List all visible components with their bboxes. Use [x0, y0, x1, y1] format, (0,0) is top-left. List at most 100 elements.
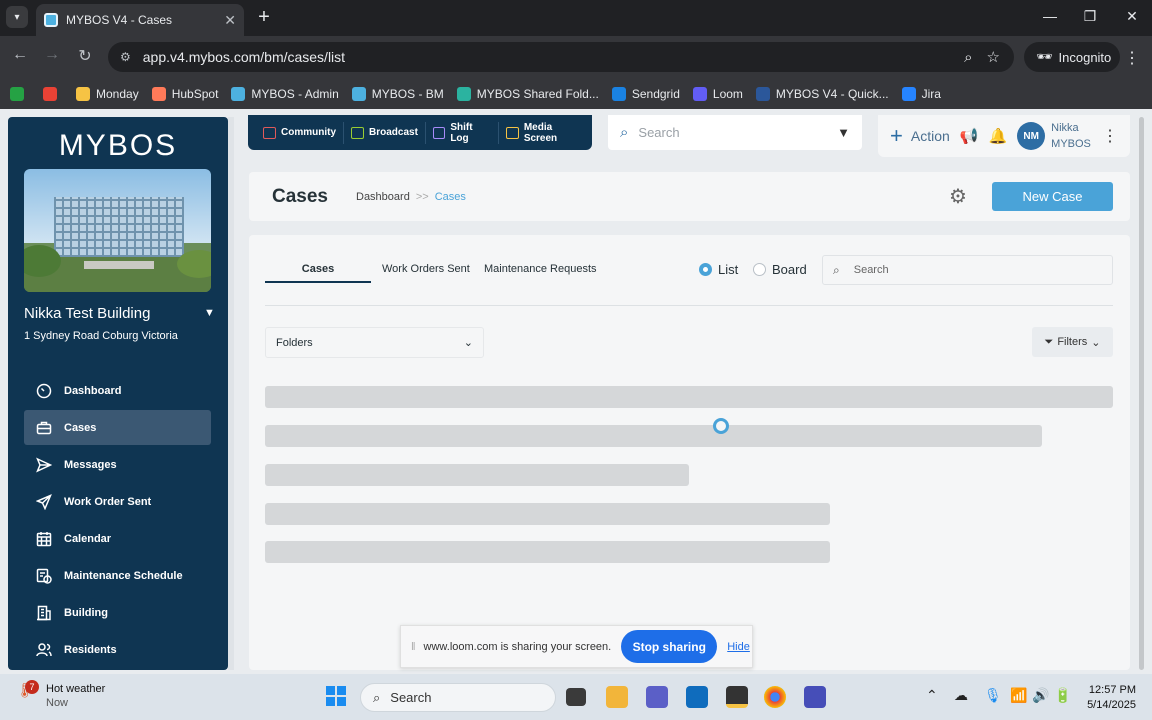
close-window-button[interactable]: ✕	[1122, 8, 1142, 25]
reload-button[interactable]: ↻	[74, 46, 96, 66]
mybos-logo[interactable]: MYBOS	[8, 129, 228, 163]
tab-search-button[interactable]: ▾	[6, 6, 28, 28]
teams-work-icon[interactable]	[804, 686, 826, 708]
view-board-radio[interactable]: Board	[753, 262, 807, 277]
browser-menu-icon[interactable]: ⋮	[1124, 48, 1140, 68]
loading-spinner-icon	[713, 418, 729, 434]
bookmark-jira[interactable]: Jira	[901, 86, 941, 101]
tab-maintenance-requests[interactable]: Maintenance Requests	[484, 263, 597, 275]
bookmark-item[interactable]	[43, 86, 63, 101]
cases-search-input[interactable]: ⌕ Search	[822, 255, 1113, 285]
browser-tab-active[interactable]: MYBOS V4 - Cases ✕	[36, 4, 244, 36]
system-clock[interactable]: 12:57 PM 5/14/2025	[1084, 683, 1136, 713]
bell-icon[interactable]: 🔔	[988, 127, 1007, 145]
avatar[interactable]: NM	[1017, 122, 1046, 150]
quicknav-broadcast[interactable]: Broadcast	[344, 121, 426, 144]
taskbar-search-input[interactable]: ⌕ Search	[360, 683, 556, 712]
breadcrumb-current[interactable]: Cases	[435, 191, 466, 203]
sidebar-item-messages[interactable]: Messages	[24, 447, 211, 482]
address-bar[interactable]: ⚙ app.v4.mybos.com/bm/cases/list ⌕ ☆	[108, 42, 1014, 72]
sidebar-item-cases[interactable]: Cases	[24, 410, 211, 445]
sidebar-item-building[interactable]: Building	[24, 595, 211, 630]
plus-icon[interactable]: +	[890, 123, 903, 149]
sidebar-item-calendar[interactable]: Calendar	[24, 521, 211, 556]
quicknav-community[interactable]: Community	[256, 121, 344, 144]
mybos-favicon-icon	[44, 13, 58, 27]
sticky-notes-icon[interactable]	[726, 686, 748, 708]
quicknav-media-screen[interactable]: Media Screen	[499, 122, 592, 144]
folders-select[interactable]: Folders ⌄	[265, 327, 484, 358]
sidebar-item-label: Calendar	[64, 532, 112, 545]
chevron-up-icon[interactable]: ⌃	[926, 687, 938, 704]
building-dropdown-caret-icon[interactable]: ▼	[204, 307, 215, 319]
volume-icon[interactable]: 🔊	[1032, 687, 1049, 704]
back-button[interactable]: ←	[9, 46, 31, 64]
zoom-icon[interactable]: ⌕	[964, 49, 972, 66]
chevron-down-icon: ⌄	[463, 337, 473, 349]
megaphone-icon[interactable]: 📢	[960, 127, 979, 145]
bookmark-mybos-admin[interactable]: MYBOS - Admin	[231, 86, 339, 101]
bookmark-label: MYBOS - Admin	[251, 86, 339, 101]
sidebar-item-work-order-sent[interactable]: Work Order Sent	[24, 484, 211, 519]
tab-work-orders-sent[interactable]: Work Orders Sent	[382, 263, 470, 275]
bookmark-mybos-quick[interactable]: MYBOS V4 - Quick...	[755, 86, 889, 101]
user-name[interactable]: Nikka MYBOS	[1051, 120, 1091, 152]
sidebar-item-label: Messages	[64, 458, 117, 471]
chevron-down-icon[interactable]: ▼	[837, 125, 850, 140]
bookmark-mybos-bm[interactable]: MYBOS - BM	[351, 86, 444, 101]
stop-sharing-button[interactable]: Stop sharing	[621, 630, 718, 663]
incognito-label: Incognito	[1058, 49, 1112, 65]
page-scrollbar[interactable]	[1139, 117, 1144, 670]
filters-button[interactable]: ⏷ Filters ⌄	[1032, 327, 1113, 357]
chrome-icon[interactable]	[764, 686, 786, 708]
bookmark-sendgrid[interactable]: Sendgrid	[611, 86, 680, 101]
clock-date: 5/14/2025	[1087, 699, 1136, 711]
bookmark-star-icon[interactable]: ☆	[987, 48, 1000, 66]
close-tab-icon[interactable]: ✕	[224, 12, 236, 29]
drag-handle-icon[interactable]: ‖	[411, 641, 416, 653]
breadcrumb-dashboard[interactable]: Dashboard	[356, 191, 410, 203]
view-list-radio[interactable]: List	[699, 262, 738, 277]
new-tab-button[interactable]: +	[254, 6, 274, 29]
minimize-window-button[interactable]: —	[1040, 8, 1060, 24]
search-icon: ⌕	[620, 124, 629, 141]
sidebar-item-residents[interactable]: Residents	[24, 632, 211, 667]
site-info-icon[interactable]: ⚙	[120, 50, 131, 64]
quicknav-label: Broadcast	[369, 127, 418, 138]
teams-icon[interactable]	[646, 686, 668, 708]
building-name[interactable]: Nikka Test Building	[24, 305, 150, 322]
taskbar-search-label: Search	[390, 690, 432, 705]
file-explorer-icon[interactable]	[606, 686, 628, 708]
bookmark-hubspot[interactable]: HubSpot	[151, 86, 218, 101]
search-icon: ⌕	[373, 689, 381, 705]
bookmark-monday[interactable]: Monday	[76, 86, 139, 101]
windows-start-button[interactable]	[326, 686, 346, 706]
action-button[interactable]: Action	[911, 128, 950, 144]
forward-button[interactable]: →	[41, 46, 63, 64]
url-text: app.v4.mybos.com/bm/cases/list	[142, 49, 346, 65]
battery-icon[interactable]: 🔋	[1054, 687, 1071, 704]
bookmark-loom[interactable]: Loom	[692, 86, 743, 101]
loading-skeleton-row	[265, 503, 830, 525]
restore-window-button[interactable]: ❐	[1080, 8, 1100, 25]
weather-widget[interactable]: 🌡7 Hot weather Now	[16, 680, 105, 710]
more-options-icon[interactable]: ⋮	[1102, 126, 1118, 146]
onedrive-cloud-icon[interactable]: ☁	[954, 687, 968, 704]
sidebar-item-dashboard[interactable]: Dashboard	[24, 373, 211, 408]
tab-cases[interactable]: Cases	[265, 263, 371, 283]
wifi-icon[interactable]: 📶	[1010, 687, 1027, 704]
bookmark-shared-folder[interactable]: MYBOS Shared Fold...	[456, 86, 599, 101]
new-case-button[interactable]: New Case	[992, 182, 1113, 211]
microphone-icon[interactable]: 🎙	[984, 687, 1002, 704]
outlook-icon[interactable]	[686, 686, 708, 708]
hide-banner-link[interactable]: Hide	[727, 641, 750, 653]
sidebar-scrollbar[interactable]	[228, 117, 234, 670]
task-view-icon[interactable]	[566, 688, 586, 706]
quicknav-shift-log[interactable]: Shift Log	[426, 121, 500, 144]
global-search-input[interactable]: ⌕ Search ▼	[608, 115, 862, 150]
sidebar-item-maintenance-schedule[interactable]: Maintenance Schedule	[24, 558, 211, 593]
incognito-indicator[interactable]: 🕶 Incognito	[1024, 42, 1120, 72]
bookmark-item[interactable]	[10, 86, 30, 101]
breadcrumb: Dashboard >> Cases	[356, 191, 466, 203]
gear-icon[interactable]: ⚙	[949, 184, 967, 209]
